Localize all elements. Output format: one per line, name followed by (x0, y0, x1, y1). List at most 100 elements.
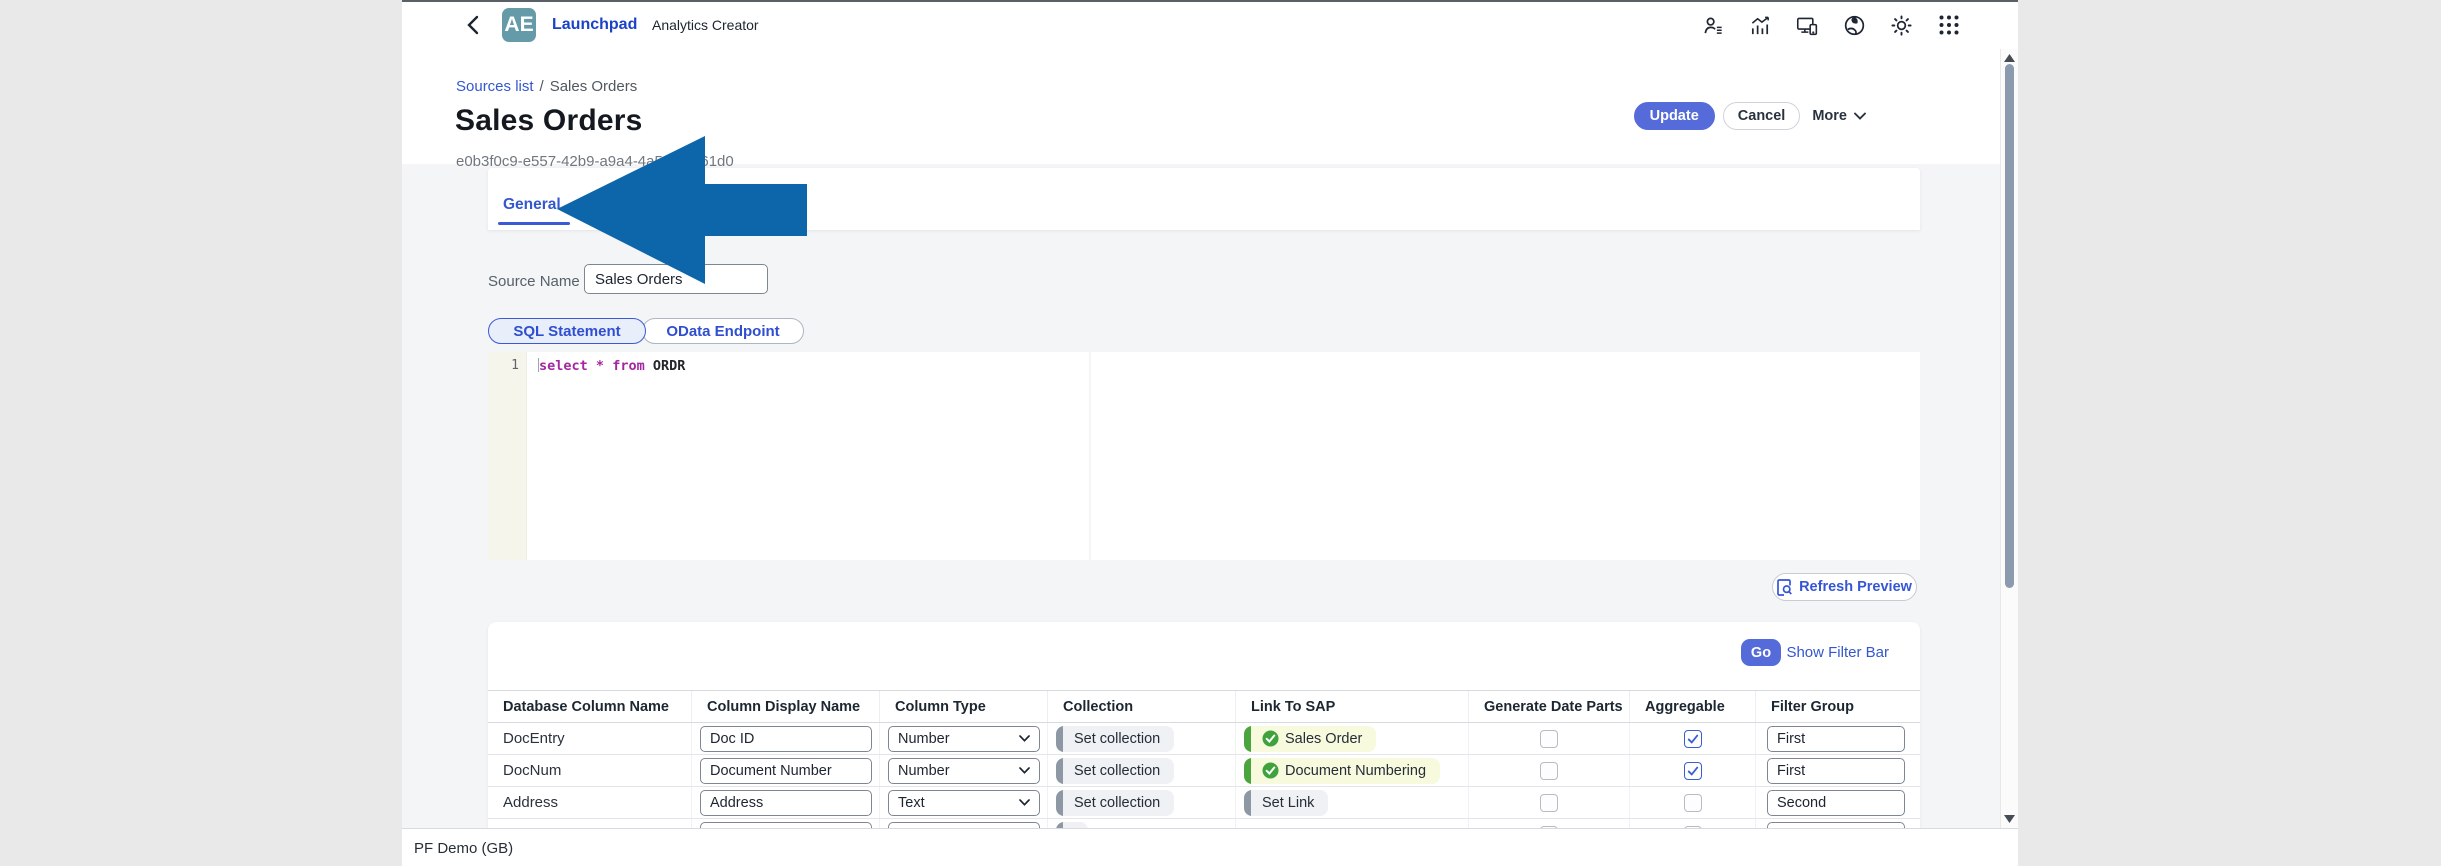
collection-cell: Set collection (1048, 723, 1236, 754)
aggregable-checkbox[interactable] (1684, 730, 1702, 748)
button-accent (1056, 726, 1063, 752)
display-name-cell (692, 819, 880, 828)
collection-cell: Set collection (1048, 755, 1236, 786)
scrollbar-down-arrow[interactable] (2004, 815, 2015, 823)
go-button[interactable]: Go (1741, 639, 1781, 666)
sql-token (588, 358, 596, 374)
table-row: DocNumNumberSet collectionDocument Numbe… (488, 755, 1920, 787)
link-label: Set Link (1262, 795, 1314, 811)
date-parts-cell (1469, 787, 1630, 818)
filter-group-cell (1756, 755, 1920, 786)
generate-date-parts-checkbox[interactable] (1540, 762, 1558, 780)
sql-token: ORDR (653, 358, 686, 374)
aggregable-checkbox[interactable] (1684, 762, 1702, 780)
scrollbar-thumb[interactable] (2005, 64, 2014, 588)
generate-date-parts-checkbox[interactable] (1540, 794, 1558, 812)
date-parts-cell (1469, 819, 1630, 828)
date-parts-cell (1469, 723, 1630, 754)
db-column-name-cell (488, 819, 692, 828)
globe-icon[interactable] (1843, 14, 1866, 37)
aggregable-cell (1630, 819, 1756, 828)
breadcrumb-sources-list-link[interactable]: Sources list (456, 78, 534, 95)
status-bar-text: PF Demo (GB) (414, 840, 513, 857)
column-type-value: Number (898, 763, 950, 779)
sap-link-badge[interactable]: Sales Order (1244, 726, 1376, 752)
breadcrumb: Sources list/Sales Orders (456, 78, 637, 95)
generate-date-parts-checkbox[interactable] (1540, 730, 1558, 748)
set-link-button[interactable]: Set Link (1244, 790, 1328, 816)
button-accent (1244, 758, 1251, 784)
top-bar: AE Launchpad Analytics Creator (402, 2, 2018, 49)
update-button[interactable]: Update (1634, 102, 1715, 130)
header-actions: Update Cancel More (1634, 102, 1870, 130)
tab-general[interactable]: General (503, 196, 561, 214)
display-name-input[interactable] (700, 790, 872, 816)
aggregable-cell (1630, 787, 1756, 818)
aggregable-cell (1630, 723, 1756, 754)
display-name-input[interactable] (700, 726, 872, 752)
display-name-cell (692, 755, 880, 786)
column-header-5: Link To SAP (1236, 691, 1469, 722)
column-type-select[interactable]: Number (888, 726, 1040, 752)
brightness-icon[interactable] (1890, 14, 1913, 37)
editor-side-pane (1091, 352, 1920, 560)
back-button[interactable] (460, 13, 484, 37)
link-to-sap-cell: Document Numbering (1236, 755, 1469, 786)
sql-editor[interactable]: 1 select * from ORDR (488, 352, 1089, 560)
page-title: Sales Orders (455, 104, 643, 138)
chevron-down-icon (1019, 799, 1030, 806)
sql-statement-toggle[interactable]: SQL Statement (488, 318, 646, 344)
column-header-1: Database Column Name (488, 691, 692, 722)
page-header: Sources list/Sales Orders Sales Orders e… (402, 48, 2018, 164)
filter-group-input[interactable] (1767, 758, 1905, 784)
sap-link-badge[interactable]: Document Numbering (1244, 758, 1440, 784)
display-name-cell (692, 723, 880, 754)
sql-code-line: select * from ORDR (538, 358, 685, 374)
show-filter-bar-link[interactable]: Show Filter Bar (1786, 644, 1889, 661)
aggregable-checkbox[interactable] (1684, 794, 1702, 812)
devices-icon[interactable] (1796, 14, 1819, 37)
display-name-input[interactable] (700, 758, 872, 784)
more-button[interactable]: More (1808, 102, 1870, 130)
topbar-icon-group (1702, 2, 1960, 48)
column-header-6: Generate Date Parts (1469, 691, 1630, 722)
column-type-select[interactable]: Text (888, 790, 1040, 816)
set-collection-button[interactable]: Set collection (1056, 726, 1174, 752)
sql-token: select (539, 358, 588, 374)
cancel-button[interactable]: Cancel (1723, 102, 1801, 130)
column-header-7: Aggregable (1630, 691, 1756, 722)
analytics-icon[interactable] (1749, 14, 1772, 37)
column-type-cell: Number (880, 755, 1048, 786)
link-label: Document Numbering (1285, 763, 1426, 779)
editor-gutter: 1 (488, 352, 527, 560)
app-logo[interactable]: AE (502, 8, 536, 42)
column-header-8: Filter Group (1756, 691, 1920, 722)
column-type-cell (880, 819, 1048, 828)
refresh-preview-label: Refresh Preview (1799, 579, 1912, 595)
set-collection-button[interactable]: Set collection (1056, 790, 1174, 816)
scrollbar-up-arrow[interactable] (2004, 54, 2015, 62)
set-collection-label: Set collection (1074, 795, 1160, 811)
app-grid-icon[interactable] (1937, 14, 1960, 37)
launchpad-title[interactable]: Launchpad (552, 16, 637, 34)
columns-table-card: Go Show Filter Bar Database Column NameC… (488, 622, 1920, 828)
set-collection-button[interactable]: Set collection (1056, 758, 1174, 784)
odata-endpoint-toggle[interactable]: OData Endpoint (642, 318, 804, 344)
success-check-icon (1262, 762, 1279, 779)
button-accent (1244, 726, 1251, 752)
preview-document-icon (1777, 579, 1792, 596)
column-type-select[interactable]: Number (888, 758, 1040, 784)
refresh-preview-button[interactable]: Refresh Preview (1772, 573, 1917, 601)
filter-group-input[interactable] (1767, 726, 1905, 752)
filter-group-input[interactable] (1767, 790, 1905, 816)
screen: AE Launchpad Analytics Creator (0, 0, 2441, 866)
breadcrumb-current: Sales Orders (550, 78, 638, 95)
columns-table-body: DocEntryNumberSet collectionSales OrderD… (488, 723, 1920, 828)
sql-token (645, 358, 653, 374)
source-name-input[interactable] (584, 264, 768, 294)
tab-general-underline (498, 222, 570, 225)
link-label: Sales Order (1285, 731, 1362, 747)
user-list-icon[interactable] (1702, 14, 1725, 37)
vertical-scrollbar[interactable] (2000, 49, 2018, 828)
table-row: AddressTextSet collectionSet Link (488, 787, 1920, 819)
